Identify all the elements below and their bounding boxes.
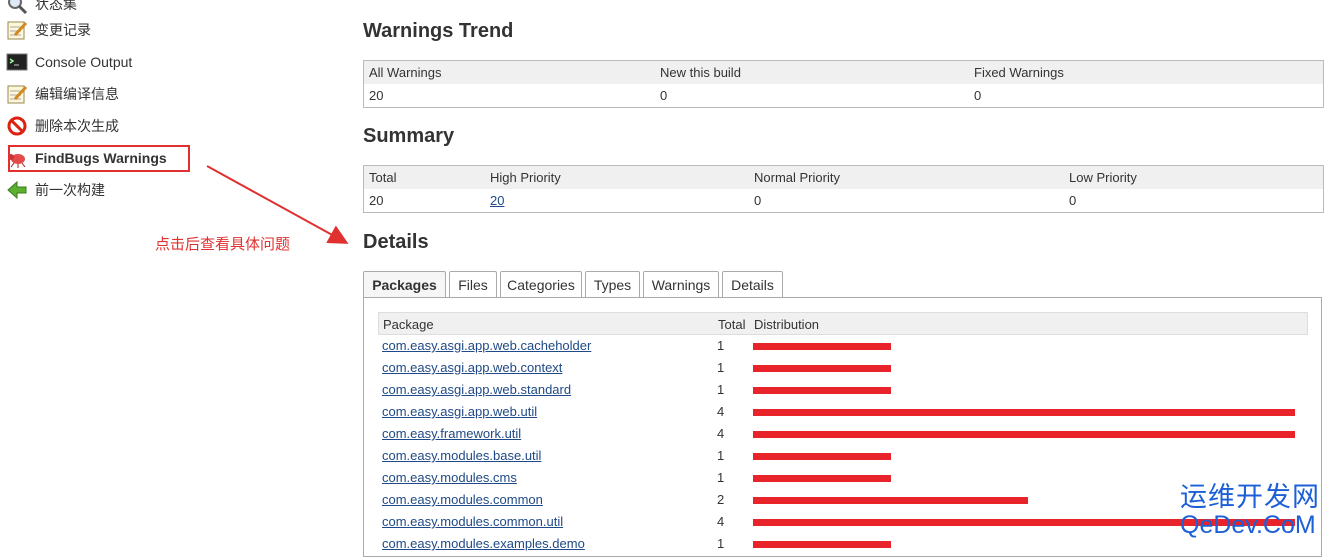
table-row: com.easy.asgi.app.web.util 4 — [378, 401, 1308, 423]
package-total: 1 — [717, 470, 725, 485]
distribution-bar — [753, 365, 891, 372]
table-row: com.easy.modules.common.util 4 — [378, 511, 1308, 533]
sidebar-item-status[interactable]: 状态集 — [6, 0, 77, 16]
table-header-row: Package Total Distribution — [378, 312, 1308, 335]
distribution-bar — [753, 541, 891, 548]
value-low-priority: 0 — [1069, 193, 1077, 208]
tab-categories[interactable]: Categories — [500, 271, 582, 297]
table-row: com.easy.asgi.app.web.standard 1 — [378, 379, 1308, 401]
packages-tab-panel: Package Total Distribution com.easy.asgi… — [363, 297, 1322, 557]
tab-warnings[interactable]: Warnings — [643, 271, 719, 297]
value-fixed-warnings: 0 — [974, 88, 982, 103]
watermark-cn-text: 运维开发网 — [1180, 482, 1320, 512]
sidebar-item-changes[interactable]: 变更记录 — [6, 18, 91, 42]
table-row: com.easy.asgi.app.web.context 1 — [378, 357, 1308, 379]
package-link[interactable]: com.easy.asgi.app.web.cacheholder — [382, 335, 591, 357]
sidebar-item-label: 状态集 — [35, 0, 77, 12]
value-all-warnings: 20 — [369, 88, 384, 103]
distribution-bar — [753, 343, 891, 350]
package-link[interactable]: com.easy.modules.base.util — [382, 445, 541, 467]
sidebar-item-delete-build[interactable]: 删除本次生成 — [6, 114, 119, 138]
package-total: 4 — [717, 514, 725, 529]
sidebar-item-label: 编辑编译信息 — [35, 86, 119, 102]
sidebar: 状态集 变更记录 Console Output 编辑编译信息 删除本次生成 Fi… — [0, 0, 300, 551]
table-row: 20 20 0 0 — [364, 189, 1323, 211]
table-row: com.easy.modules.cms 1 — [378, 467, 1308, 489]
package-total: 4 — [717, 426, 725, 441]
no-entry-icon — [6, 115, 28, 137]
watermark-en-text: QeDev.CoM — [1180, 511, 1316, 539]
header-new-this-build: New this build — [660, 65, 741, 80]
table-row: com.easy.framework.util 4 — [378, 423, 1308, 445]
value-new-this-build: 0 — [660, 88, 668, 103]
distribution-bar — [753, 475, 891, 482]
annotation-highlight-box — [8, 145, 190, 172]
package-link[interactable]: com.easy.asgi.app.web.context — [382, 357, 562, 379]
table-row: com.easy.asgi.app.web.cacheholder 1 — [378, 335, 1308, 357]
tab-types[interactable]: Types — [585, 271, 640, 297]
sidebar-item-console-output[interactable]: Console Output — [6, 50, 132, 74]
table-header-row: Total High Priority Normal Priority Low … — [364, 166, 1323, 189]
package-link[interactable]: com.easy.modules.common.util — [382, 511, 563, 533]
tab-packages[interactable]: Packages — [363, 271, 446, 298]
distribution-bar — [753, 409, 1295, 416]
package-total: 1 — [717, 360, 725, 375]
tab-files[interactable]: Files — [449, 271, 497, 297]
header-low-priority: Low Priority — [1069, 170, 1137, 185]
terminal-icon — [6, 51, 28, 73]
header-total: Total — [369, 170, 397, 185]
distribution-bar — [753, 497, 1028, 504]
sidebar-item-label: 前一次构建 — [35, 182, 105, 198]
table-row: com.easy.modules.examples.demo 1 — [378, 533, 1308, 555]
package-total: 1 — [717, 382, 725, 397]
magnifier-icon — [6, 0, 28, 15]
high-priority-link[interactable]: 20 — [490, 189, 504, 212]
sidebar-item-label: Console Output — [35, 54, 133, 70]
distribution-bar — [753, 453, 891, 460]
package-link[interactable]: com.easy.modules.examples.demo — [382, 533, 585, 555]
notepad-icon — [6, 83, 28, 105]
header-package: Package — [383, 317, 434, 332]
sidebar-item-label: 变更记录 — [35, 22, 91, 38]
warnings-trend-title: Warnings Trend — [363, 20, 514, 42]
header-normal-priority: Normal Priority — [754, 170, 840, 185]
distribution-bar — [753, 387, 891, 394]
package-total: 4 — [717, 404, 725, 419]
header-high-priority: High Priority — [490, 170, 561, 185]
table-header-row: All Warnings New this build Fixed Warnin… — [364, 61, 1323, 84]
details-title: Details — [363, 231, 429, 253]
summary-table: Total High Priority Normal Priority Low … — [363, 165, 1324, 213]
sidebar-item-edit-build-info[interactable]: 编辑编译信息 — [6, 82, 119, 106]
green-left-arrow-icon — [6, 179, 28, 201]
package-total: 1 — [717, 448, 725, 463]
header-fixed-warnings: Fixed Warnings — [974, 65, 1064, 80]
package-link[interactable]: com.easy.asgi.app.web.util — [382, 401, 537, 423]
summary-title: Summary — [363, 125, 455, 147]
header-all-warnings: All Warnings — [369, 65, 442, 80]
table-row: com.easy.modules.common 2 — [378, 489, 1308, 511]
annotation-text: 点击后查看具体问题 — [155, 236, 291, 253]
package-link[interactable]: com.easy.modules.common — [382, 489, 543, 511]
value-normal-priority: 0 — [754, 193, 762, 208]
tab-details[interactable]: Details — [722, 271, 783, 297]
header-total: Total — [718, 317, 746, 332]
package-link[interactable]: com.easy.asgi.app.web.standard — [382, 379, 571, 401]
package-link[interactable]: com.easy.framework.util — [382, 423, 521, 445]
sidebar-item-previous-build[interactable]: 前一次构建 — [6, 178, 105, 202]
notepad-icon — [6, 19, 28, 41]
package-total: 2 — [717, 492, 725, 507]
sidebar-item-label: 删除本次生成 — [35, 118, 119, 134]
package-link[interactable]: com.easy.modules.cms — [382, 467, 517, 489]
package-total: 1 — [717, 338, 725, 353]
header-distribution: Distribution — [754, 317, 820, 332]
package-total: 1 — [717, 536, 725, 551]
table-row: com.easy.modules.base.util 1 — [378, 445, 1308, 467]
watermark-logo: 运维开发网 QeDev.CoM — [1180, 484, 1320, 538]
table-row: 20 0 0 — [364, 84, 1323, 106]
warnings-trend-table: All Warnings New this build Fixed Warnin… — [363, 60, 1324, 108]
value-total: 20 — [369, 193, 384, 208]
distribution-bar — [753, 431, 1295, 438]
